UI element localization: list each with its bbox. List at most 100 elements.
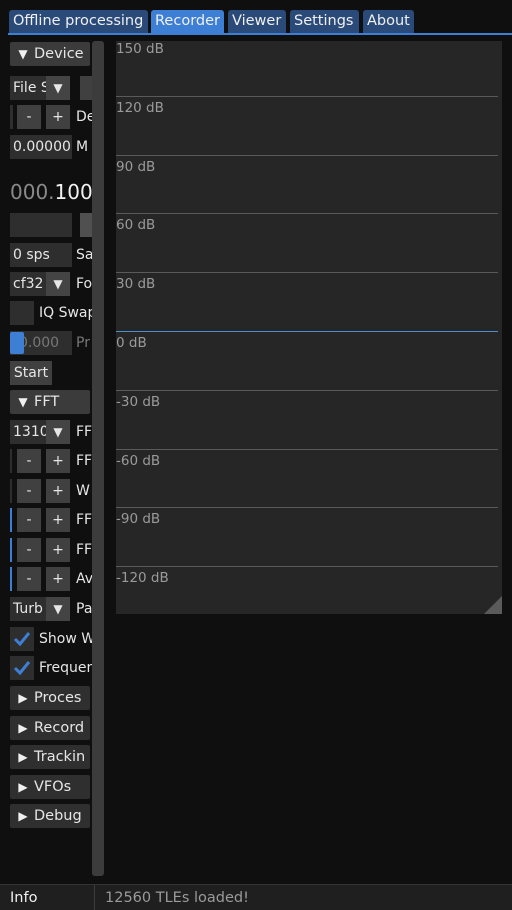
- palette-label: Pa: [76, 601, 92, 617]
- fft-size-label: FF: [76, 424, 92, 440]
- fft-row-2-slider[interactable]: [10, 479, 12, 503]
- tab-settings[interactable]: Settings: [290, 10, 359, 33]
- tab-about[interactable]: About: [363, 10, 414, 33]
- source-select[interactable]: File S: [10, 76, 48, 100]
- processing-section-header[interactable]: ▶ Proces: [10, 686, 90, 710]
- format-dropdown-arrow-icon[interactable]: ▼: [46, 272, 70, 296]
- vfos-header-label: VFOs: [34, 779, 72, 795]
- fft-size-select[interactable]: 1310: [10, 420, 48, 444]
- fft-row-5-slider[interactable]: [10, 567, 12, 591]
- grid-line: [116, 566, 498, 567]
- format-select[interactable]: cf32: [10, 272, 48, 296]
- palette-dropdown-arrow-icon[interactable]: ▼: [46, 597, 70, 621]
- status-title: Info: [10, 890, 38, 906]
- progress-value: 0.000: [19, 335, 60, 351]
- fft-row-4-decrement-button[interactable]: -: [17, 538, 41, 562]
- grid-line: [116, 213, 498, 214]
- chevron-right-icon: ▶: [18, 780, 28, 794]
- recorder-settings-panel: ▼ Device File S ▼ - + De 0.00000 M 000.10…: [0, 36, 92, 876]
- resize-grip-icon[interactable]: [484, 596, 502, 614]
- recorder-section-header[interactable]: ▶ Record: [10, 716, 90, 740]
- gain-increment-button[interactable]: +: [46, 105, 70, 129]
- frequency-scale-checkbox[interactable]: [10, 656, 34, 680]
- grid-line: [116, 155, 498, 156]
- fft-size-dropdown-arrow-icon[interactable]: ▼: [46, 420, 70, 444]
- start-button[interactable]: Start: [10, 361, 52, 385]
- tab-viewer[interactable]: Viewer: [228, 10, 286, 33]
- samplerate-label: Sa: [76, 247, 92, 263]
- db-axis-label: 0 dB: [116, 335, 147, 351]
- fft-plot-panel[interactable]: 150 dB 120 dB 90 dB 60 dB 30 dB 0 dB -30 dB -60…: [116, 41, 502, 614]
- db-axis-label: -60 dB: [116, 453, 161, 469]
- fft-row-5-decrement-button[interactable]: -: [17, 567, 41, 591]
- db-axis-label: -30 dB: [116, 394, 161, 410]
- grid-line: [116, 96, 498, 97]
- db-axis-label: 90 dB: [116, 159, 156, 175]
- progress-label: Pr: [76, 335, 90, 351]
- apply-button[interactable]: [80, 213, 92, 237]
- fft-header-label: FFT: [34, 394, 60, 410]
- db-axis-label: 60 dB: [116, 217, 156, 233]
- frequency-display[interactable]: 000.100: [10, 178, 92, 206]
- fft-row-1-increment-button[interactable]: +: [46, 449, 70, 473]
- fft-section-header[interactable]: ▼ FFT: [10, 390, 90, 414]
- tracking-header-label: Trackin: [34, 749, 86, 765]
- source-dropdown-arrow-icon[interactable]: ▼: [46, 76, 70, 100]
- status-separator: [94, 885, 95, 910]
- fft-row-2-label: W: [76, 483, 90, 499]
- db-axis-label: 120 dB: [116, 100, 164, 116]
- show-waterfall-label: Show W: [39, 631, 92, 647]
- fft-row-2-increment-button[interactable]: +: [46, 479, 70, 503]
- panel-splitter[interactable]: [92, 41, 104, 876]
- fft-row-5-label: Av: [76, 571, 92, 587]
- device-section-header[interactable]: ▼ Device: [10, 42, 90, 66]
- gain-decrement-button[interactable]: -: [17, 105, 41, 129]
- progress-slider-handle[interactable]: [10, 332, 24, 354]
- fft-row-3-increment-button[interactable]: +: [46, 508, 70, 532]
- samplerate-field: 0 sps: [10, 243, 72, 267]
- fft-row-3-label: FF: [76, 512, 92, 528]
- iq-swap-label: IQ Swap: [39, 305, 92, 321]
- source-refresh-button[interactable]: [80, 76, 92, 100]
- status-bar: Info 12560 TLEs loaded!: [0, 884, 512, 910]
- fft-row-2-decrement-button[interactable]: -: [17, 479, 41, 503]
- vfos-section-header[interactable]: ▶ VFOs: [10, 775, 90, 799]
- fft-row-5-increment-button[interactable]: +: [46, 567, 70, 591]
- grid-line: [116, 507, 498, 508]
- fft-row-1-slider[interactable]: [10, 449, 12, 473]
- fft-row-4-increment-button[interactable]: +: [46, 538, 70, 562]
- grid-line: [116, 390, 498, 391]
- tab-offline-processing[interactable]: Offline processing: [9, 10, 148, 33]
- debug-header-label: Debug: [34, 808, 82, 824]
- gain-label: De: [76, 109, 92, 125]
- db-axis-label: 30 dB: [116, 276, 156, 292]
- frequency-scale-label: Frequen: [39, 660, 92, 676]
- chevron-right-icon: ▶: [18, 691, 28, 705]
- grid-line: [116, 331, 498, 332]
- tab-underline: [8, 33, 512, 35]
- gain-slider-track[interactable]: [10, 105, 13, 129]
- tab-recorder[interactable]: Recorder: [151, 10, 224, 33]
- show-waterfall-checkbox[interactable]: [10, 627, 34, 651]
- checkmark-icon: [13, 661, 31, 676]
- recorder-header-label: Record: [34, 720, 85, 736]
- fft-row-1-decrement-button[interactable]: -: [17, 449, 41, 473]
- fft-row-4-label: FF: [76, 542, 92, 558]
- fft-row-4-slider[interactable]: [10, 538, 12, 562]
- value-input[interactable]: 0.00000: [10, 135, 72, 159]
- frequency-offset-input[interactable]: [10, 213, 72, 237]
- iq-swap-checkbox[interactable]: [10, 301, 34, 325]
- value-label: M: [76, 139, 89, 155]
- fft-row-1-label: FF: [76, 453, 92, 469]
- frequency-significant-digits: 100: [54, 180, 92, 204]
- fft-row-3-slider[interactable]: [10, 508, 12, 532]
- db-axis-label: -90 dB: [116, 511, 161, 527]
- checkmark-icon: [13, 632, 31, 647]
- device-header-label: Device: [34, 46, 84, 62]
- tracking-section-header[interactable]: ▶ Trackin: [10, 745, 90, 769]
- fft-row-3-decrement-button[interactable]: -: [17, 508, 41, 532]
- palette-select[interactable]: Turb: [10, 597, 48, 621]
- grid-line: [116, 449, 498, 450]
- db-axis-label: 150 dB: [116, 41, 164, 57]
- debug-section-header[interactable]: ▶ Debug: [10, 804, 90, 828]
